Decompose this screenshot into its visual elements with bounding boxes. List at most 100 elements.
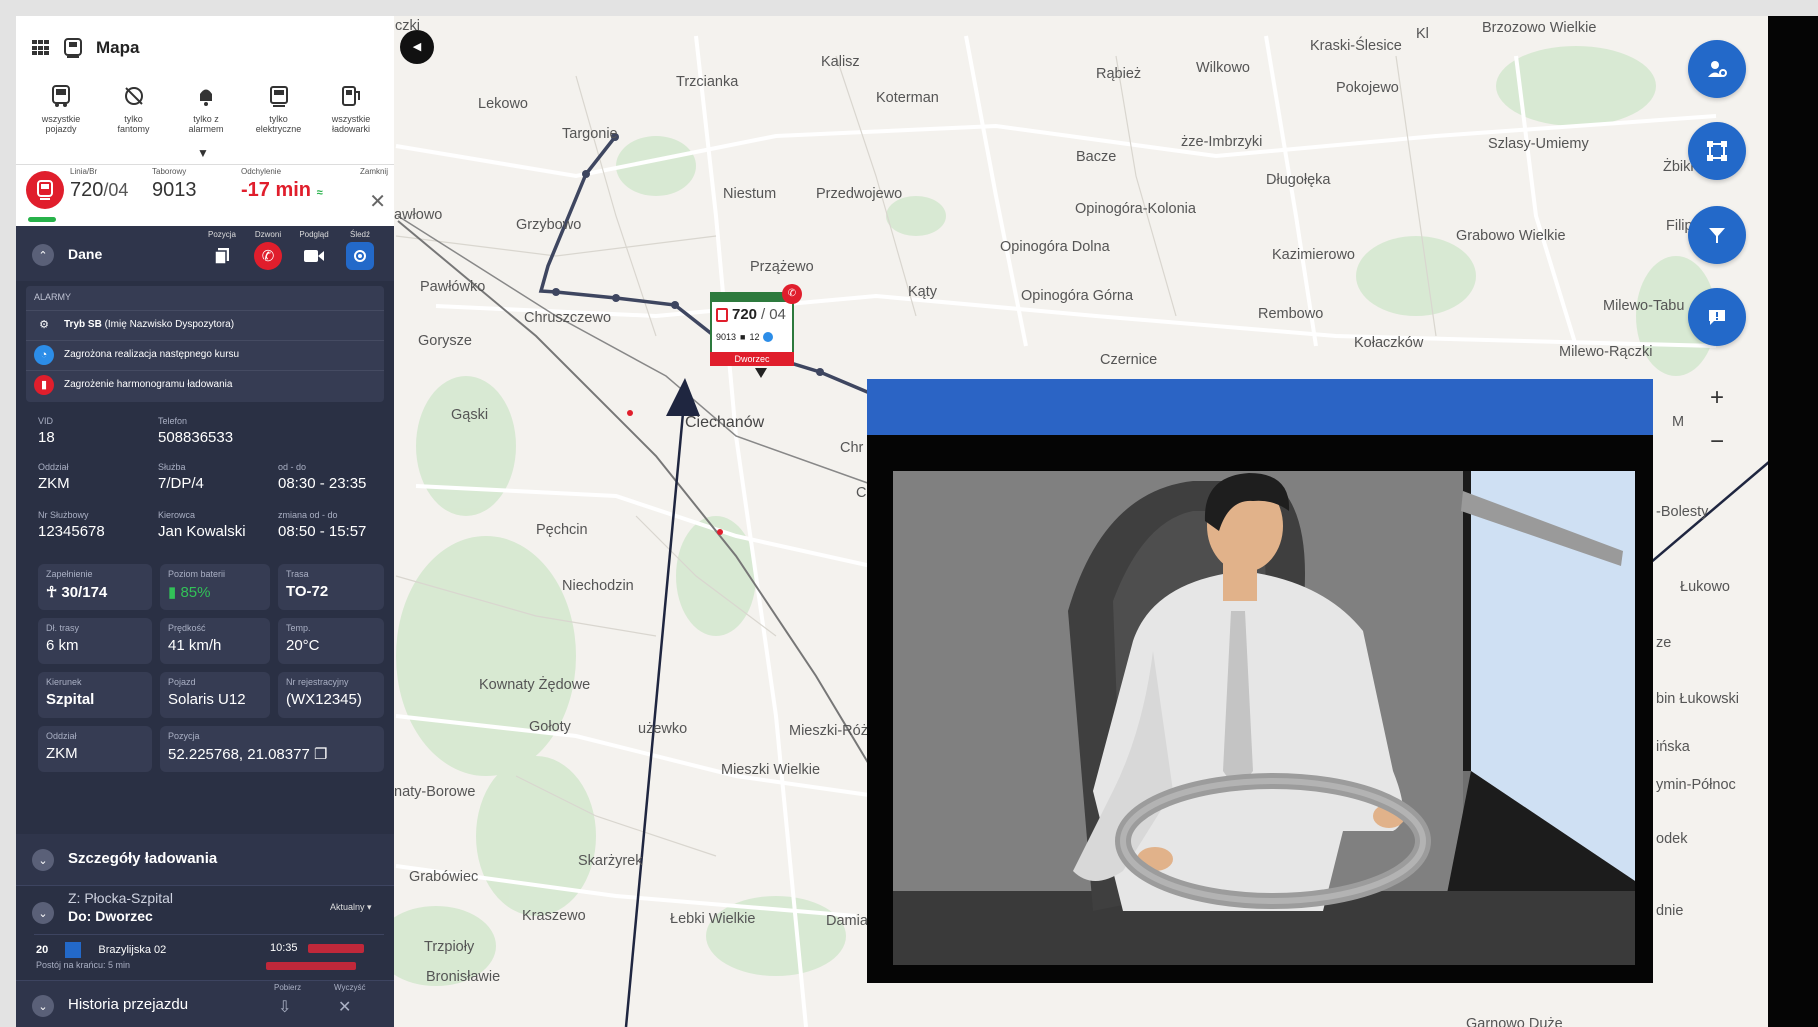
alarm-item[interactable]: ▮ Zagrożenie harmonogramu ładowania	[26, 370, 384, 398]
charging-title: Szczegóły ładowania	[68, 850, 218, 867]
map-place-label: użewko	[638, 721, 688, 737]
map-place-label: Brzozowo Wielkie	[1482, 20, 1597, 36]
battery-tile: Poziom baterii ▮ 85%	[160, 564, 270, 610]
map-place-label: Gołoty	[529, 719, 571, 735]
map-place-label: Milewo-Rączki	[1559, 344, 1653, 360]
phone-icon: ✆	[261, 248, 275, 265]
preview-action[interactable]: Podgląd	[296, 230, 332, 270]
map-place-label: M	[1672, 414, 1685, 430]
marker-pointer	[755, 368, 767, 378]
fleet-value: 9013	[152, 179, 197, 201]
stop-warning-indicator	[266, 962, 356, 970]
user-gear-icon	[1708, 61, 1727, 77]
stop-delay-indicator	[308, 944, 364, 953]
charging-section-header[interactable]: ⌄ Szczegóły ładowania	[16, 834, 394, 886]
filter-button[interactable]	[1688, 206, 1746, 264]
filter-alarms[interactable]: tylko z alarmem	[171, 78, 241, 134]
map-place-label: Wilkowo	[1196, 60, 1250, 76]
vehicle-bus-badge	[26, 171, 64, 209]
camera-preview-titlebar[interactable]	[867, 379, 1653, 435]
route-to: Do: Dworzec	[68, 908, 153, 924]
bus-icon	[52, 85, 70, 107]
map-place-label: Milewo-Tabu	[1603, 298, 1685, 314]
map-place-label: Garnowo Duże	[1466, 1016, 1563, 1027]
alarm-item[interactable]: ⚙ Tryb SB (Imię Nazwisko Dyspozytora)	[26, 310, 384, 338]
vid-field: VID 18	[38, 416, 55, 446]
marker-load: 12	[749, 332, 760, 342]
map-place-label: ymin-Północ	[1656, 777, 1736, 793]
apps-grid-icon[interactable]	[32, 40, 50, 56]
deviation-value: -17 min	[241, 179, 312, 201]
marker-fleet: 9013	[716, 332, 737, 342]
map-place-label: Rembowo	[1258, 306, 1324, 322]
map-place-label: -Bolesty	[1656, 504, 1709, 520]
position-action[interactable]: Pozycja	[204, 230, 240, 270]
battery-alert-icon: ▮	[34, 374, 54, 395]
stop-row[interactable]: 20 Brazylijska 02 10:35	[36, 942, 386, 958]
call-action[interactable]: Dzwoni ✆	[250, 230, 286, 270]
ghost-off-icon	[124, 87, 143, 105]
messages-button[interactable]	[1688, 288, 1746, 346]
download-icon[interactable]: ⇩	[278, 997, 291, 1017]
marker-brigade: 04	[769, 306, 786, 323]
map-place-label: Grabowo Wielkie	[1456, 228, 1566, 244]
map-place-label: Opinogóra Dolna	[1000, 239, 1110, 255]
driver-field: Kierowca Jan Kowalski	[158, 510, 246, 540]
alarms-header: ALARMY	[34, 292, 72, 302]
staff-number-field: Nr Służbowy 12345678	[38, 510, 105, 540]
zoom-in-button[interactable]: +	[1696, 376, 1738, 420]
map-place-label: Kazimierowo	[1272, 247, 1355, 263]
history-title: Historia przejazdu	[68, 996, 189, 1013]
chevron-down-icon[interactable]: ▼	[197, 146, 209, 160]
map-place-label: Mieszki-Różki	[789, 723, 879, 739]
copy-icon[interactable]: ❐	[314, 746, 327, 763]
map-place-label: dnie	[1656, 903, 1684, 919]
filter-all-vehicles[interactable]: wszystkie pojazdy	[26, 78, 96, 134]
vehicle-model-tile: Pojazd Solaris U12	[160, 672, 270, 718]
copy-icon	[214, 248, 229, 265]
map-place-label: Opinogóra-Kolonia	[1075, 201, 1196, 217]
route-length-tile: Dł. trasy 6 km	[38, 618, 152, 664]
map-place-label: Łebki Wielkie	[670, 911, 756, 927]
close-icon[interactable]: ✕	[369, 189, 386, 214]
chevron-down-icon[interactable]: ⌄	[32, 849, 54, 871]
clear-icon[interactable]: ✕	[338, 997, 351, 1017]
map-place-label: Pęchcin	[536, 522, 588, 538]
map-place-label: Skarżyrek	[578, 853, 643, 869]
area-select-button[interactable]	[1688, 122, 1746, 180]
driver-illustration	[893, 471, 1635, 965]
map-place-label: C	[856, 485, 867, 501]
app-frame: Trzcianka Kalisz Koterman Rąbież Wilkowo Kras…	[16, 16, 1768, 1027]
alarm-item[interactable]: ◔ Zagrożona realizacja następnego kursu	[26, 340, 384, 368]
map-place-label: Chruszczewo	[524, 310, 612, 326]
shift-field: zmiana od - do 08:50 - 15:57	[278, 510, 367, 540]
zoom-out-button[interactable]: −	[1696, 420, 1738, 464]
route-mode-select[interactable]: Aktualny ▾	[330, 902, 372, 913]
chevron-down-icon[interactable]: ⌄	[32, 902, 54, 924]
map-place-label: bin Łukowski	[1656, 691, 1740, 707]
map-place-label: Mieszki Wielkie	[721, 762, 821, 778]
camera-preview-window[interactable]	[867, 379, 1653, 983]
wifi-icon: ≈	[316, 187, 323, 199]
map-place-label: Kołaczków	[1354, 335, 1424, 351]
track-action[interactable]: Śledź	[342, 230, 378, 270]
history-section-header[interactable]: ⌄ Historia przejazdu Pobierz ⇩ Wyczyść ✕	[16, 980, 394, 1027]
chevron-up-icon[interactable]: ⌃	[32, 244, 54, 266]
filter-chargers[interactable]: wszystkie ładowarki	[316, 78, 386, 134]
position-tile[interactable]: Pozycja 52.225768, 21.08377 ❐	[160, 726, 384, 772]
filter-electric[interactable]: tylko elektryczne	[244, 78, 314, 134]
collapse-panel-button[interactable]: ◀	[400, 30, 434, 64]
battery-icon: ▮	[168, 584, 177, 601]
line-label: Linia/Br	[70, 167, 98, 176]
chevron-down-icon[interactable]: ⌄	[32, 995, 54, 1017]
vehicle-summary: Linia/Br 720/04 Taborowy 9013 Odchylenie…	[16, 164, 394, 226]
stop-number: 20	[36, 943, 49, 956]
line-value: 720	[70, 179, 104, 201]
zoom-controls: + −	[1696, 376, 1738, 466]
message-alert-icon	[1709, 310, 1725, 325]
vehicle-marker[interactable]: 720/04 9013 ■ 12 Dworzec ✆	[698, 280, 802, 378]
marker-line: 720	[732, 306, 758, 323]
filter-phantoms[interactable]: tylko fantomy	[99, 78, 169, 134]
user-settings-button[interactable]	[1688, 40, 1746, 98]
branch-field: Oddział ZKM	[38, 462, 70, 492]
